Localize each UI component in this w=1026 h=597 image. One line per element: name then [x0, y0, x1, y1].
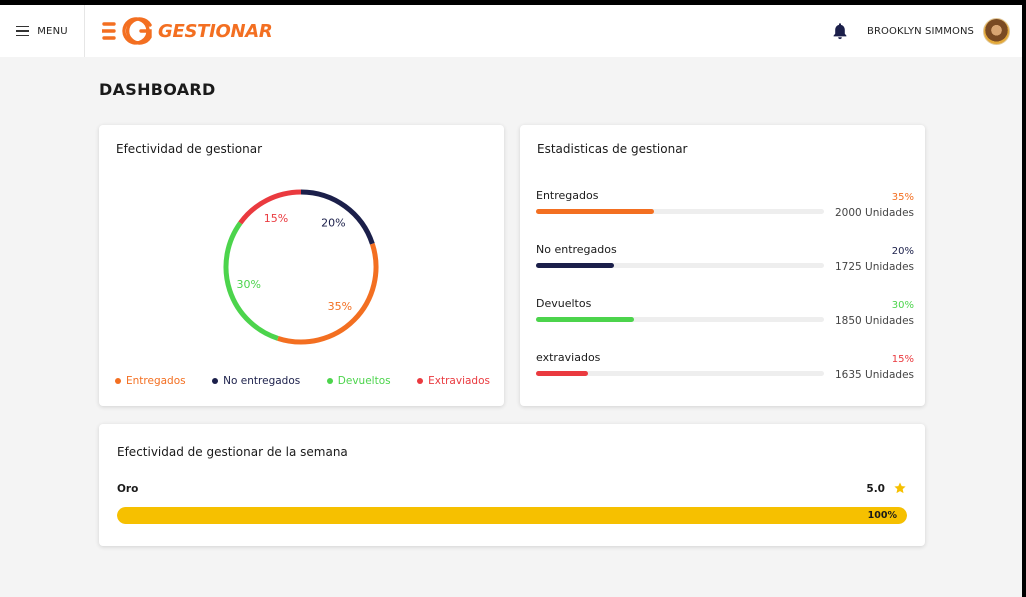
logo-icon [102, 17, 152, 45]
stat-percent: 15% [891, 354, 914, 365]
stat-row-entregados: Entregados 35% 2000 Unidades [536, 189, 914, 229]
user-name[interactable]: BROOKLYN SIMMONS [867, 26, 974, 37]
menu-icon [16, 26, 30, 36]
stat-progress-fill [536, 263, 614, 268]
stat-progress-fill [536, 317, 634, 322]
statistics-card-title: Estadisticas de gestionar [537, 142, 688, 156]
stat-progress-track [536, 263, 824, 268]
weekly-effectiveness-card: Efectividad de gestionar de la semana Or… [99, 424, 925, 546]
stat-label: No entregados [536, 243, 617, 256]
legend-item-entregados[interactable]: Entregados [115, 375, 186, 387]
stat-percent: 30% [891, 300, 914, 311]
level-label: Oro [117, 483, 139, 495]
legend-dot [212, 378, 219, 384]
window-right-border [1022, 0, 1026, 597]
stat-progress-track [536, 371, 824, 376]
stat-percent: 20% [891, 246, 914, 257]
donut-label-devueltos: 30% [236, 278, 260, 291]
weekly-card-title: Efectividad de gestionar de la semana [117, 445, 348, 459]
legend-label: Extraviados [428, 375, 490, 387]
donut-label-entregados: 35% [328, 300, 352, 313]
score-value: 5.0 [866, 483, 885, 495]
legend-label: Entregados [126, 375, 186, 387]
stat-progress-track [536, 317, 824, 322]
donut-label-extraviados: 15% [264, 212, 288, 225]
legend-item-no-entregados[interactable]: No entregados [212, 375, 300, 387]
logo[interactable]: GESTIONAR [102, 5, 273, 57]
legend-dot [115, 378, 121, 384]
stat-progress-track [536, 209, 824, 214]
legend-item-devueltos[interactable]: Devueltos [326, 375, 391, 387]
stat-progress-fill [536, 209, 655, 214]
stat-label: Entregados [536, 189, 599, 202]
stat-progress-fill [536, 371, 588, 376]
donut-label-no-entregados: 20% [321, 217, 345, 230]
weekly-progress-track: 100% [117, 507, 907, 524]
stat-row-no-entregados: No entregados 20% 1725 Unidades [536, 243, 914, 283]
stat-label: extraviados [536, 351, 601, 364]
menu-label: MENU [37, 25, 68, 37]
stat-percent: 35% [891, 192, 914, 203]
header-actions: BROOKLYN SIMMONS [832, 17, 1010, 45]
stat-row-extraviados: extraviados 15% 1635 Unidades [536, 351, 914, 391]
donut-chart: 20% 35% 30% 15% [223, 189, 379, 345]
menu-button[interactable]: MENU [0, 5, 85, 57]
donut-legend: Entregados No entregados Devueltos Extra… [115, 375, 490, 387]
bell-icon[interactable] [832, 22, 848, 40]
stat-units: 1635 Unidades [834, 369, 914, 381]
stat-units: 1850 Unidades [834, 315, 914, 327]
donut-segment-entregados[interactable] [277, 243, 379, 345]
top-header: MENU GESTIONAR BROOKLYN SIMMONS [0, 5, 1022, 57]
effectiveness-card: Efectividad de gestionar 20% 35% 30% 15% En… [99, 125, 504, 406]
stat-row-devueltos: Devueltos 30% 1850 Unidades [536, 297, 914, 337]
stat-label: Devueltos [536, 297, 592, 310]
avatar[interactable] [983, 17, 1010, 45]
weekly-progress-percent: 100% [867, 510, 897, 521]
weekly-progress-fill: 100% [117, 507, 907, 524]
statistics-card: Estadisticas de gestionar Entregados 35%… [520, 125, 925, 406]
star-icon [894, 482, 906, 494]
stat-units: 1725 Unidades [834, 261, 914, 273]
legend-dot [417, 378, 424, 384]
legend-dot [326, 378, 333, 384]
stat-units: 2000 Unidades [834, 207, 914, 219]
logo-text: GESTIONAR [158, 20, 273, 42]
legend-label: Devueltos [337, 375, 391, 387]
page-title: DASHBOARD [99, 80, 216, 99]
legend-item-extraviados[interactable]: Extraviados [417, 375, 490, 387]
legend-label: No entregados [223, 375, 301, 387]
